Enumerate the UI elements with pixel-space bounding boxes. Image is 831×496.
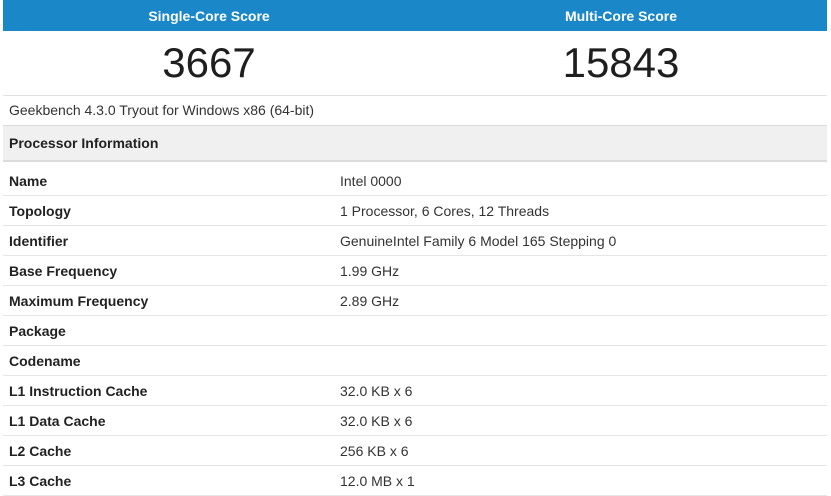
table-row: L1 Data Cache 32.0 KB x 6	[3, 406, 827, 436]
table-row: Codename	[3, 346, 827, 376]
score-values: 3667 15843	[3, 31, 827, 96]
table-row: L1 Instruction Cache 32.0 KB x 6	[3, 376, 827, 406]
row-key-codename: Codename	[9, 352, 81, 369]
row-key-l1-instruction-cache: L1 Instruction Cache	[9, 382, 148, 399]
geekbench-result: Single-Core Score Multi-Core Score 3667 …	[3, 0, 827, 496]
row-value-identifier: GenuineIntel Family 6 Model 165 Stepping…	[340, 232, 617, 249]
row-value-name: Intel 0000	[340, 172, 402, 189]
row-key-l1-data-cache: L1 Data Cache	[9, 412, 106, 429]
row-key-package: Package	[9, 322, 66, 339]
table-row: Base Frequency 1.99 GHz	[3, 256, 827, 286]
table-row: Name Intel 0000	[3, 166, 827, 196]
row-value-topology: 1 Processor, 6 Cores, 12 Threads	[340, 202, 550, 219]
processor-section-title: Processor Information	[3, 126, 827, 162]
row-key-topology: Topology	[9, 202, 71, 219]
table-row: Identifier GenuineIntel Family 6 Model 1…	[3, 226, 827, 256]
row-key-l3-cache: L3 Cache	[9, 472, 72, 489]
row-value-l2-cache: 256 KB x 6	[340, 442, 409, 459]
table-row: Package	[3, 316, 827, 346]
row-key-base-frequency: Base Frequency	[9, 262, 118, 279]
table-row: L3 Cache 12.0 MB x 1	[3, 466, 827, 496]
row-value-maximum-frequency: 2.89 GHz	[340, 292, 400, 309]
row-value-l1-instruction-cache: 32.0 KB x 6	[340, 382, 413, 399]
version-line: Geekbench 4.3.0 Tryout for Windows x86 (…	[3, 96, 827, 126]
multi-core-score-label: Multi-Core Score	[564, 7, 677, 24]
row-key-identifier: Identifier	[9, 232, 69, 249]
single-core-score-value: 3667	[162, 39, 256, 86]
table-row: Maximum Frequency 2.89 GHz	[3, 286, 827, 316]
row-key-name: Name	[9, 172, 48, 189]
table-row: Topology 1 Processor, 6 Cores, 12 Thread…	[3, 196, 827, 226]
row-key-l2-cache: L2 Cache	[9, 442, 72, 459]
row-value-l1-data-cache: 32.0 KB x 6	[340, 412, 413, 429]
score-header: Single-Core Score Multi-Core Score	[3, 0, 827, 31]
row-value-l3-cache: 12.0 MB x 1	[340, 472, 415, 489]
single-core-score-label: Single-Core Score	[148, 7, 270, 24]
multi-core-score-value: 15843	[562, 39, 680, 86]
row-value-base-frequency: 1.99 GHz	[340, 262, 400, 279]
table-row: L2 Cache 256 KB x 6	[3, 436, 827, 466]
row-key-maximum-frequency: Maximum Frequency	[9, 292, 149, 309]
